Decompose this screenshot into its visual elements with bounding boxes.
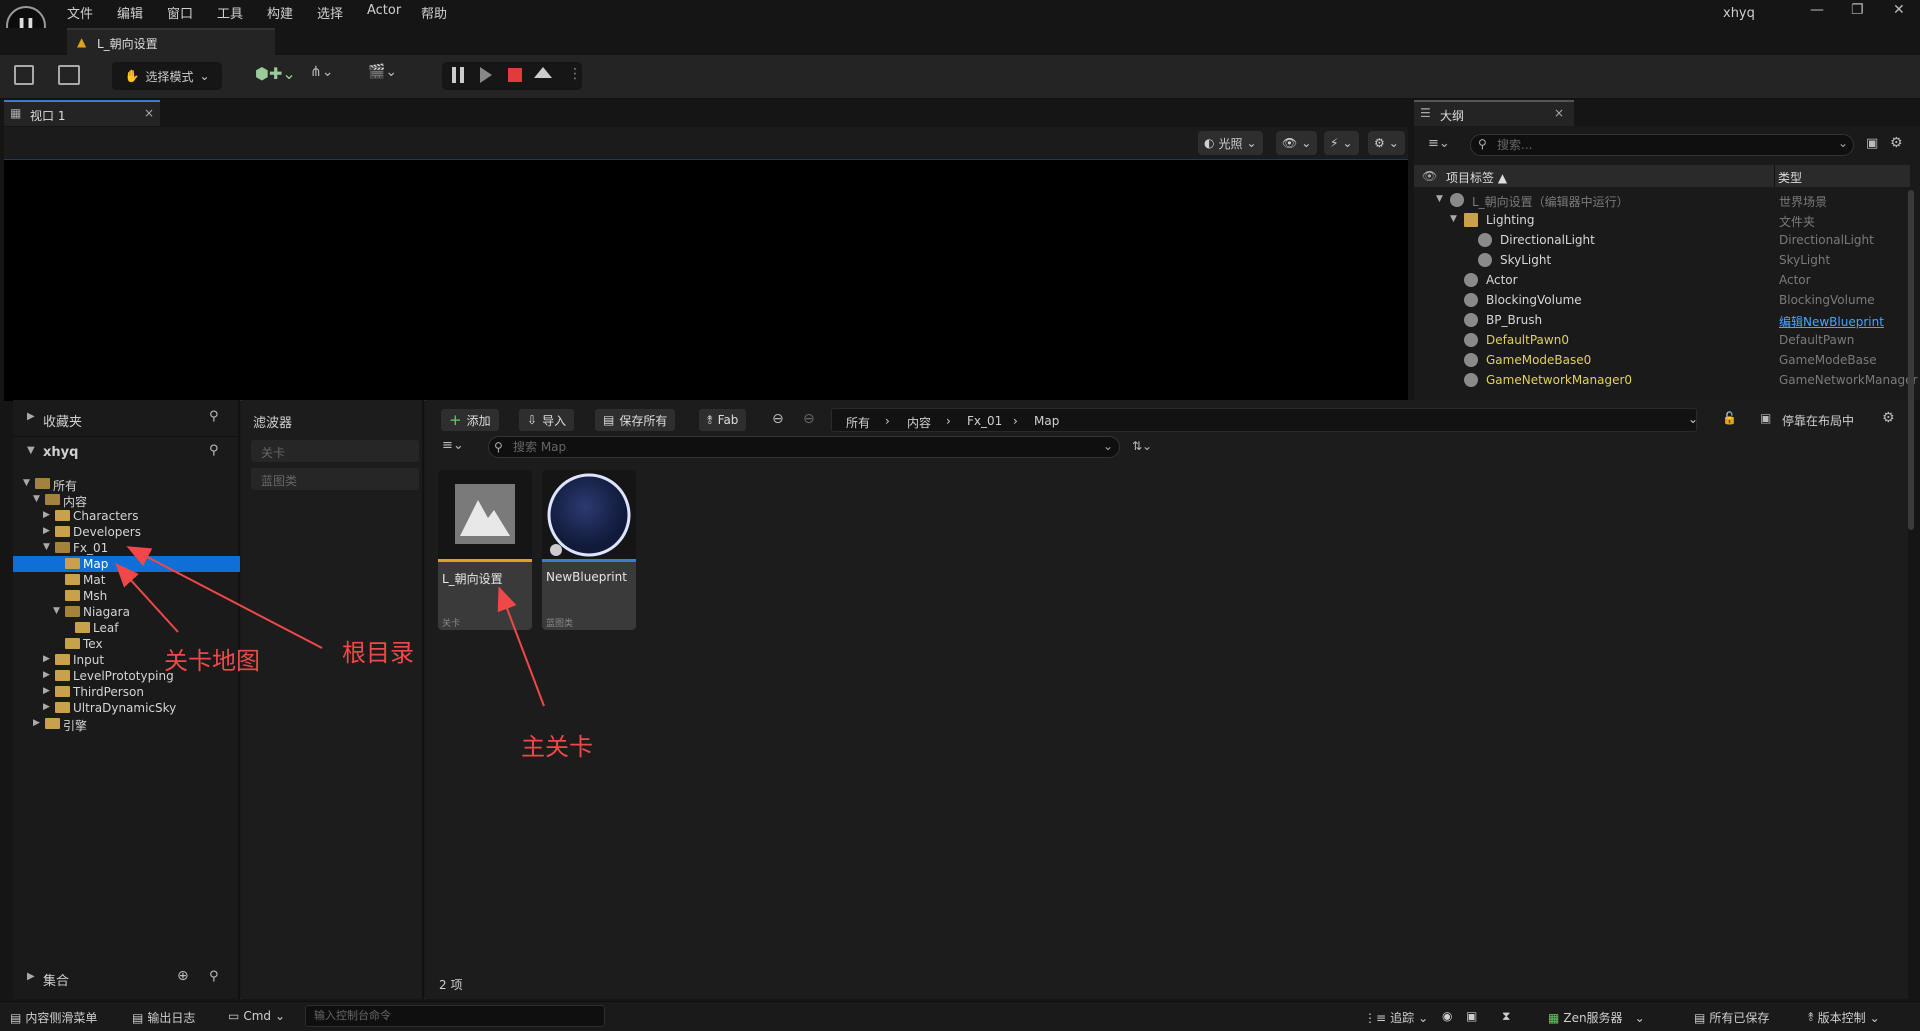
- log-label: 输出日志: [147, 1011, 196, 1025]
- zen-server-button[interactable]: ▦ Zen服务器 ⌄: [1548, 1009, 1645, 1026]
- record-icon[interactable]: ◉: [1442, 1009, 1452, 1023]
- annotation-arrows: [115, 546, 545, 707]
- annotation-main-level: 主关卡: [521, 733, 593, 761]
- trace-label: 追踪: [1390, 1011, 1415, 1025]
- camera-icon[interactable]: ▣: [1466, 1009, 1477, 1023]
- drawer-label: 内容侧滑菜单: [25, 1011, 98, 1025]
- vc-label: 版本控制: [1817, 1011, 1866, 1025]
- version-control-button[interactable]: ⥉ 版本控制 ⌄: [1808, 1009, 1880, 1026]
- chevron-down-icon: ⌄: [1869, 1010, 1880, 1025]
- all-saved-button[interactable]: ▤ 所有已保存: [1694, 1009, 1769, 1026]
- drawer-icon: ▤: [10, 1010, 22, 1025]
- annotation-level-map: 关卡地图: [164, 647, 260, 675]
- console-input[interactable]: 输入控制台命令: [305, 1005, 605, 1027]
- trace-icon: ⋮≡: [1364, 1010, 1387, 1025]
- terminal-icon: ▭: [228, 1009, 240, 1023]
- annotation-root-dir: 根目录: [342, 639, 414, 667]
- content-drawer-button[interactable]: ▤ 内容侧滑菜单: [10, 1009, 97, 1026]
- source-control-icon: ⥉: [1808, 1010, 1814, 1024]
- cmd-label: Cmd: [243, 1009, 272, 1023]
- trace-button[interactable]: ⋮≡ 追踪 ⌄: [1364, 1009, 1428, 1026]
- zen-label: Zen服务器: [1563, 1011, 1623, 1025]
- chevron-down-icon: ⌄: [1634, 1010, 1645, 1025]
- output-log-button[interactable]: ▤ 输出日志: [132, 1009, 195, 1026]
- save-status-icon: ▤: [1694, 1010, 1706, 1025]
- zen-icon: ▦: [1548, 1010, 1560, 1025]
- chevron-down-icon: ⌄: [1418, 1010, 1429, 1025]
- hourglass-icon[interactable]: ⧗: [1502, 1009, 1510, 1024]
- cmd-dropdown[interactable]: ▭ Cmd ⌄: [228, 1009, 285, 1023]
- log-icon: ▤: [132, 1010, 144, 1025]
- chevron-down-icon: ⌄: [275, 1009, 286, 1023]
- saved-label: 所有已保存: [1709, 1011, 1770, 1025]
